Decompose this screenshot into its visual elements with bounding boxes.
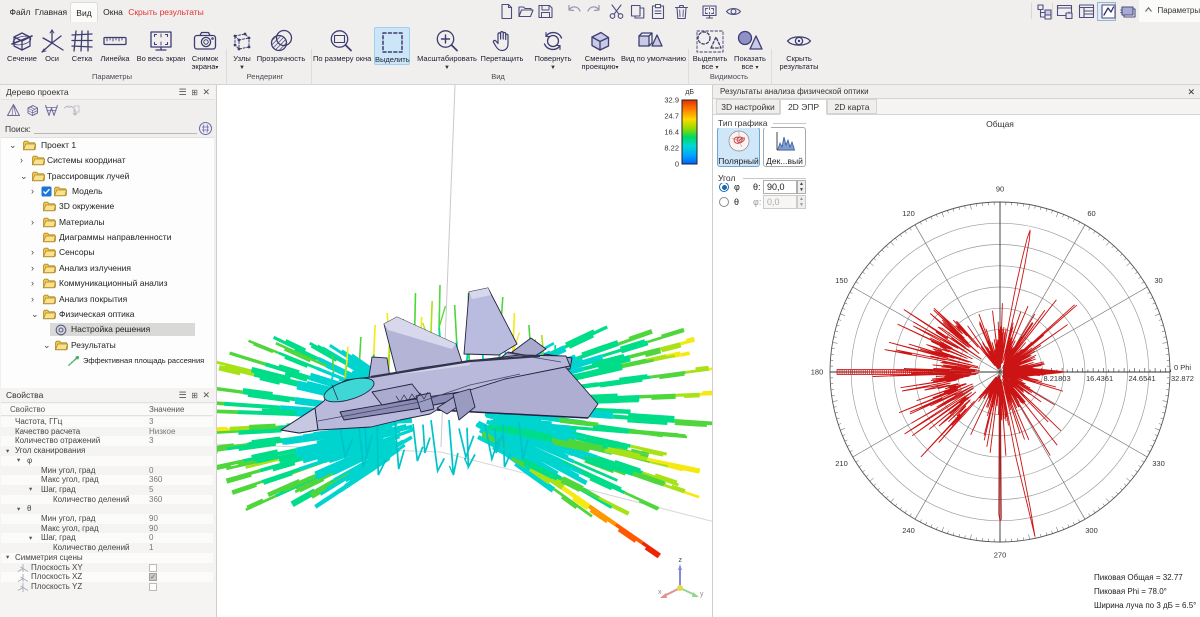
svg-text:8.22: 8.22: [664, 144, 679, 153]
svg-text:8.21803: 8.21803: [1044, 374, 1071, 383]
svg-text:300: 300: [1085, 526, 1098, 535]
svg-text:60: 60: [1087, 209, 1095, 218]
svg-text:дБ: дБ: [685, 89, 694, 96]
svg-text:180: 180: [811, 368, 824, 377]
svg-text:0: 0: [675, 160, 679, 169]
svg-text:24.6541: 24.6541: [1129, 374, 1156, 383]
svg-text:16.4361: 16.4361: [1086, 374, 1113, 383]
svg-text:x: x: [658, 589, 662, 596]
svg-text:120: 120: [902, 209, 915, 218]
svg-text:Общая: Общая: [986, 119, 1014, 129]
svg-text:30: 30: [1154, 276, 1162, 285]
svg-text:32.872: 32.872: [1171, 374, 1194, 383]
svg-text:240: 240: [902, 526, 915, 535]
svg-text:y: y: [700, 591, 704, 598]
svg-text:270: 270: [994, 551, 1007, 560]
svg-text:32.9: 32.9: [664, 96, 679, 105]
svg-text:0 Phi: 0 Phi: [1174, 363, 1191, 372]
svg-text:z: z: [679, 557, 683, 564]
svg-text:24.7: 24.7: [664, 112, 679, 121]
svg-text:90: 90: [996, 185, 1004, 194]
svg-text:330: 330: [1152, 459, 1165, 468]
svg-text:16.4: 16.4: [664, 128, 679, 137]
svg-text:210: 210: [835, 459, 848, 468]
svg-text:150: 150: [835, 276, 848, 285]
